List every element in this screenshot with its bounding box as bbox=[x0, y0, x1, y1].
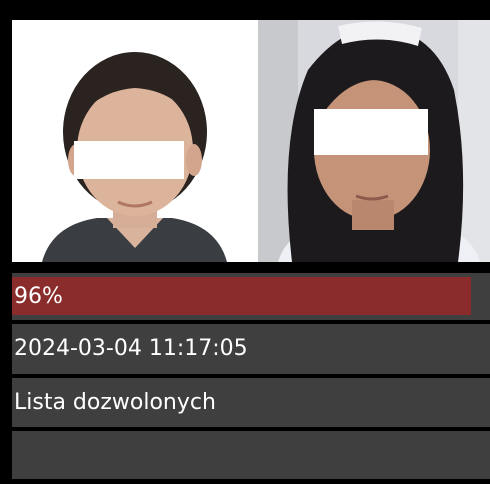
reference-face-photo[interactable] bbox=[12, 20, 258, 262]
timestamp-value: 2024-03-04 11:17:05 bbox=[14, 336, 248, 361]
list-row: Lista dozwolonych bbox=[12, 378, 490, 427]
face-match-panel: 96% 2024-03-04 11:17:05 Lista dozwolonyc… bbox=[0, 0, 490, 484]
timestamp-row: 2024-03-04 11:17:05 bbox=[12, 324, 490, 374]
extra-info-row bbox=[12, 431, 490, 479]
similarity-bar bbox=[12, 277, 471, 315]
similarity-row: 96% bbox=[12, 273, 490, 320]
similarity-value: 96% bbox=[14, 283, 63, 309]
list-name-value: Lista dozwolonych bbox=[14, 389, 216, 415]
privacy-mask bbox=[314, 109, 428, 155]
face-photos bbox=[12, 20, 490, 262]
captured-face-photo[interactable] bbox=[258, 20, 490, 262]
privacy-mask bbox=[74, 141, 184, 179]
